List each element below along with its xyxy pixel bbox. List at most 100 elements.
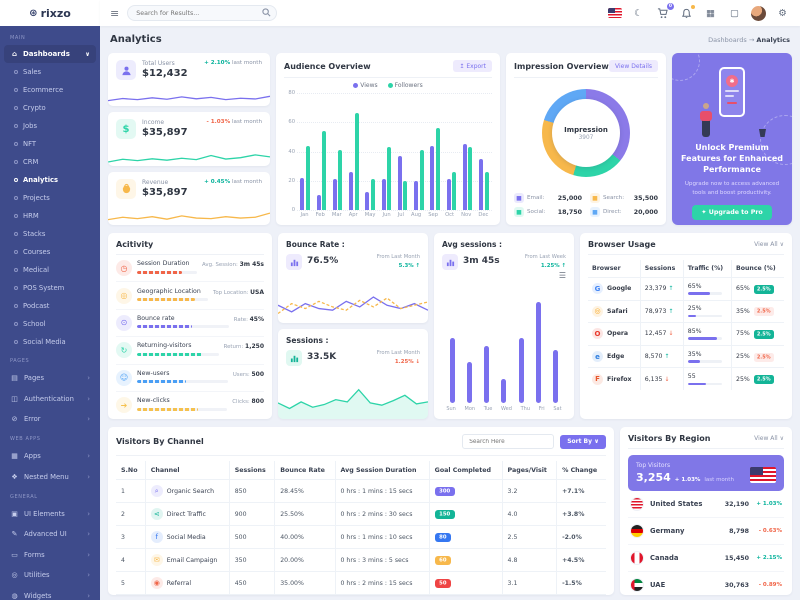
sidebar-item-widgets[interactable]: ◍Widgets› xyxy=(0,585,100,600)
sidebar-item-analytics[interactable]: Analytics xyxy=(0,171,100,189)
apps-icon: ▦ xyxy=(10,452,19,460)
upgrade-to-pro-button[interactable]: ✦ Upgrade to Pro xyxy=(692,205,772,220)
stat-delta-value: - 1.03% xyxy=(207,119,231,125)
person-illustration xyxy=(702,111,710,137)
sidebar-item-nested-menu[interactable]: ❖Nested Menu› xyxy=(0,467,100,487)
sidebar-item-sales[interactable]: Sales xyxy=(0,63,100,81)
sidebar-item-pages[interactable]: ▤Pages› xyxy=(0,368,100,388)
settings-gear-icon[interactable]: ⚙ xyxy=(775,6,790,21)
channel-search-input[interactable] xyxy=(462,434,554,449)
activity-stat: Return: 1,250 xyxy=(224,342,264,350)
apps-grid-icon[interactable]: ▦ xyxy=(703,6,718,21)
sort-by-button[interactable]: Sort By ∨ xyxy=(560,435,606,449)
sessions-from-label: From Last Month xyxy=(377,350,420,356)
region-delta: + 2.15% xyxy=(755,555,782,561)
language-flag-icon[interactable] xyxy=(607,6,622,21)
browser-label: Firefox xyxy=(607,376,632,383)
sidebar-item-forms[interactable]: ▭Forms› xyxy=(0,545,100,565)
sidebar-item-projects[interactable]: Projects xyxy=(0,189,100,207)
disc-icon: ⊙ xyxy=(116,315,132,331)
phone-illustration: ✱ xyxy=(719,67,745,117)
dark-mode-icon[interactable]: ☾ xyxy=(631,6,646,21)
sidebar-item-crm[interactable]: CRM xyxy=(0,153,100,171)
sidebar-item-jobs[interactable]: Jobs xyxy=(0,117,100,135)
export-button[interactable]: ↥ Export xyxy=(453,60,492,72)
hamburger-menu-icon[interactable]: ≡ xyxy=(110,7,119,20)
sidebar-item-crypto[interactable]: Crypto xyxy=(0,99,100,117)
bounce-from-label: From Last Month xyxy=(377,254,420,260)
sidebar-item-nft[interactable]: NFT xyxy=(0,135,100,153)
sidebar-item-pos-system[interactable]: POS System xyxy=(0,279,100,297)
bar-group-sep xyxy=(430,93,440,210)
breadcrumb: Dashboards → Analytics xyxy=(708,36,790,44)
traffic-cell: 35% xyxy=(683,345,731,368)
impression-title: Impression Overview xyxy=(514,62,609,71)
bar xyxy=(306,146,310,210)
sidebar-item-ecommerce[interactable]: Ecommerce xyxy=(0,81,100,99)
duration-cell: 0 hrs : 3 mins : 5 secs xyxy=(335,549,429,572)
traffic-bar-fill xyxy=(688,337,717,340)
de-flag-icon xyxy=(630,524,644,538)
sidebar-item-utilities[interactable]: ◎Utilities› xyxy=(0,565,100,585)
table-row: eEdge8,570 ↑35%25%2.5% xyxy=(588,345,784,368)
cart-icon[interactable]: 0 xyxy=(655,6,670,21)
legend-item-followers: Followers xyxy=(388,82,423,89)
chart-menu-icon[interactable]: ☰ xyxy=(559,271,566,280)
social-icon: ■ xyxy=(514,207,524,217)
bounce-value: 25% xyxy=(736,376,750,383)
pages-cell: 3.2 xyxy=(502,480,557,503)
sidebar-item-ui-elements[interactable]: ▣UI Elements› xyxy=(0,504,100,524)
column-header: Goal Completed xyxy=(429,461,502,480)
browser-name: ◎Safari xyxy=(592,306,636,317)
view-details-button[interactable]: View Details xyxy=(609,60,658,72)
advanced-icon: ✎ xyxy=(10,530,19,538)
column-header: Sessions xyxy=(640,260,683,278)
app-window: ⊛ rixzo MAIN ⌂ Dashboards ∨ SalesEcommer… xyxy=(0,0,800,600)
region-value: 30,763 xyxy=(725,582,749,589)
sidebar-item-advanced-ui[interactable]: ✎Advanced UI› xyxy=(0,524,100,544)
audience-chart: 806040200 xyxy=(284,93,492,210)
activity-label: New-users xyxy=(137,370,228,377)
sidebar-item-courses[interactable]: Courses xyxy=(0,243,100,261)
fullscreen-icon[interactable]: ▢ xyxy=(727,6,742,21)
stat-card-text: Revenue$35,897 xyxy=(142,179,188,199)
bar xyxy=(501,379,506,403)
opera-icon: O xyxy=(592,328,603,339)
sidebar-item-error[interactable]: ⊘Error› xyxy=(0,409,100,429)
sidebar-item-hrm[interactable]: HRM xyxy=(0,207,100,225)
sidebar-item-podcast[interactable]: Podcast xyxy=(0,297,100,315)
x-tick-label: Mon xyxy=(465,406,476,412)
sidebar-item-authentication[interactable]: ◫Authentication› xyxy=(0,388,100,408)
brand-name: rixzo xyxy=(41,7,71,20)
search-input[interactable] xyxy=(127,5,277,21)
bar xyxy=(484,346,489,403)
user-avatar[interactable] xyxy=(751,6,766,21)
sidebar-item-dashboards[interactable]: ⌂ Dashboards ∨ xyxy=(4,45,96,63)
brand-logo[interactable]: ⊛ rixzo xyxy=(0,0,100,26)
sidebar-item-stacks[interactable]: Stacks xyxy=(0,225,100,243)
view-all-button[interactable]: View All ∨ xyxy=(754,435,784,442)
sidebar-item-label: POS System xyxy=(23,284,64,292)
view-all-button[interactable]: View All ∨ xyxy=(754,241,784,248)
bounce-rate-cell: 25.50% xyxy=(275,503,335,526)
crown-icon: ✦ xyxy=(701,209,708,216)
goal-cell: 50 xyxy=(429,572,502,595)
duration-cell: 0 hrs : 2 mins : 15 secs xyxy=(335,572,429,595)
column-header: Avg Session Duration xyxy=(335,461,429,480)
sidebar-item-school[interactable]: School xyxy=(0,315,100,333)
bar xyxy=(387,147,391,210)
stat-card-top: $Income$35,897- 1.03% last month xyxy=(116,119,262,139)
breadcrumb-parent[interactable]: Dashboards xyxy=(708,36,747,44)
sessions-value: 8,570 xyxy=(645,353,663,360)
bar xyxy=(430,146,434,210)
duration-cell: 0 hrs : 2 mins : 30 secs xyxy=(335,503,429,526)
sidebar-item-medical[interactable]: Medical xyxy=(0,261,100,279)
search-icon[interactable] xyxy=(262,8,271,17)
bar xyxy=(365,192,369,210)
browser-name: FFirefox xyxy=(592,374,636,385)
activity-progress-fill xyxy=(137,408,198,411)
sidebar-item-apps[interactable]: ▦Apps› xyxy=(0,446,100,466)
sidebar-item-social-media[interactable]: Social Media xyxy=(0,333,100,351)
activity-progress-bar xyxy=(137,325,229,328)
notifications-bell-icon[interactable] xyxy=(679,6,694,21)
